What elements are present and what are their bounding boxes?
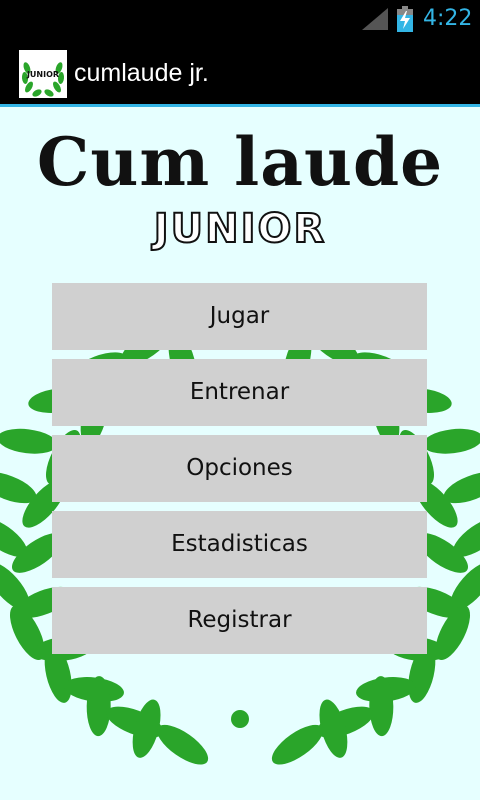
options-button[interactable]: Opciones	[52, 435, 427, 502]
action-bar: JUNIOR cumlaude jr.	[0, 38, 480, 106]
status-clock: 4:22	[423, 6, 473, 31]
train-button[interactable]: Entrenar	[52, 359, 427, 426]
statistics-button[interactable]: Estadisticas	[52, 511, 427, 578]
screen: 4:22 JUNIOR cumlaude jr. Cum laude JUNIO…	[0, 0, 480, 800]
app-logo-icon[interactable]: JUNIOR	[19, 50, 67, 98]
main-content: Cum laude JUNIOR Jugar Entrenar Opciones…	[0, 107, 480, 800]
laurel-leaf	[422, 428, 480, 454]
status-bar: 4:22	[0, 0, 480, 38]
logo-subtitle: JUNIOR	[153, 205, 327, 253]
app-title: cumlaude jr.	[74, 59, 209, 87]
laurel-leaf	[157, 724, 209, 765]
laurel-leaf	[271, 724, 323, 765]
laurel-leaf	[0, 428, 58, 454]
battery-charging-icon	[397, 6, 413, 32]
main-menu: Jugar Entrenar Opciones Estadisticas Reg…	[52, 283, 427, 663]
signal-icon	[362, 8, 388, 30]
register-button[interactable]: Registrar	[52, 587, 427, 654]
play-button[interactable]: Jugar	[52, 283, 427, 350]
logo-title: Cum laude	[36, 123, 444, 201]
app-icon-text: JUNIOR	[26, 70, 59, 79]
